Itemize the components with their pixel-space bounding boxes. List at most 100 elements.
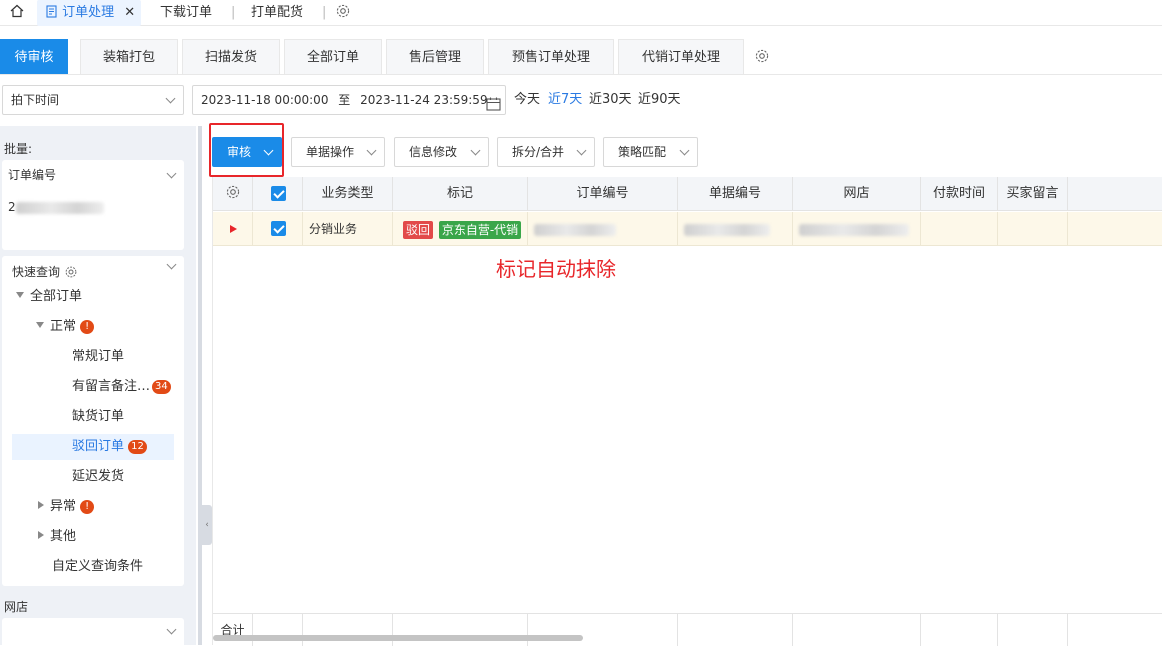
- tab-all-orders[interactable]: 全部订单: [284, 39, 382, 74]
- tree-item-other[interactable]: 其他: [38, 524, 76, 550]
- footer-cell: [253, 614, 303, 646]
- shop-select[interactable]: [2, 618, 184, 648]
- top-tab-bar: 订单处理 ✕ 下载订单 | 打单配货 |: [0, 0, 1162, 26]
- chevron-down-icon: [470, 145, 481, 156]
- splitter-bar[interactable]: [198, 126, 202, 645]
- tab-presale[interactable]: 预售订单处理: [488, 39, 614, 74]
- collapse-panel-button[interactable]: ‹: [202, 505, 212, 545]
- current-row-arrow-icon: [230, 225, 237, 233]
- select-all-checkbox[interactable]: [271, 186, 286, 201]
- column-header-doc-no[interactable]: 单据编号: [678, 177, 793, 211]
- document-ops-label: 单据操作: [306, 145, 355, 159]
- gear-icon[interactable]: [64, 265, 78, 279]
- close-icon[interactable]: ✕: [124, 5, 135, 20]
- tree-item-regular[interactable]: 常规订单: [72, 344, 124, 370]
- alert-badge: !: [80, 500, 95, 514]
- collapse-icon: [38, 531, 44, 539]
- quick-7-days[interactable]: 近7天: [548, 85, 582, 115]
- top-tab-order-processing[interactable]: 订单处理 ✕: [37, 0, 141, 26]
- date-range-picker[interactable]: 2023-11-18 00:00:00 至 2023-11-24 23:59:5…: [192, 85, 506, 115]
- tree-item-rejected[interactable]: 驳回订单 12: [12, 434, 174, 460]
- column-header-business-type[interactable]: 业务类型: [303, 177, 393, 211]
- tag-rejected: 驳回: [403, 220, 434, 239]
- quick-90-days[interactable]: 近90天: [638, 85, 681, 115]
- time-type-value: 拍下时间: [11, 93, 60, 107]
- tab-consignment[interactable]: 代销订单处理: [618, 39, 744, 74]
- column-header-pay-time[interactable]: 付款时间: [921, 177, 998, 211]
- tag-jd-self-consign: 京东自营-代销: [438, 220, 522, 239]
- tree-item-normal[interactable]: 正常 !: [36, 314, 95, 340]
- strategy-match-button[interactable]: 策略匹配: [603, 137, 698, 167]
- chevron-down-icon[interactable]: [166, 259, 177, 270]
- home-icon[interactable]: [10, 0, 24, 26]
- footer-total-label: 合计: [213, 614, 253, 646]
- top-tab-download-orders[interactable]: 下载订单: [160, 0, 212, 26]
- chevron-down-icon: [166, 624, 177, 635]
- chevron-down-icon: [679, 145, 690, 156]
- tab-scan-ship[interactable]: 扫描发货: [182, 39, 280, 74]
- split-merge-button[interactable]: 拆分/合并: [497, 137, 595, 167]
- footer-cell: [528, 614, 678, 646]
- column-header-shop[interactable]: 网店: [793, 177, 921, 211]
- batch-label: 批量:: [4, 142, 33, 156]
- expand-icon: [36, 322, 44, 328]
- date-filter-bar: 拍下时间 2023-11-18 00:00:00 至 2023-11-24 23…: [0, 85, 1162, 115]
- gear-icon[interactable]: [335, 0, 351, 26]
- tree-label: 有留言备注…: [72, 379, 151, 394]
- tree-item-delayed[interactable]: 延迟发货: [72, 464, 124, 490]
- tab-pending-review[interactable]: 待审核: [0, 39, 68, 74]
- tree-item-abnormal[interactable]: 异常 !: [38, 494, 95, 520]
- cell-pay-time: [921, 212, 998, 246]
- tree-item-out-of-stock[interactable]: 缺货订单: [72, 404, 124, 430]
- footer-cell: [393, 614, 528, 646]
- annotation-text: 标记自动抹除: [496, 257, 616, 281]
- time-type-select[interactable]: 拍下时间: [2, 85, 184, 115]
- tree-item-all-orders[interactable]: 全部订单: [16, 284, 82, 310]
- tab-after-sales[interactable]: 售后管理: [386, 39, 484, 74]
- highlight-box: [209, 123, 284, 177]
- top-separator: |: [322, 5, 327, 20]
- action-toolbar: 审核 单据操作 信息修改 拆分/合并 策略匹配: [212, 126, 1162, 176]
- chevron-down-icon: [166, 168, 177, 179]
- footer-cell: [998, 614, 1068, 646]
- tree-label: 其他: [50, 529, 77, 544]
- column-header-buyer-message[interactable]: 买家留言: [998, 177, 1068, 211]
- count-badge: 12: [128, 440, 147, 454]
- top-separator: |: [231, 5, 236, 20]
- cell-doc-no: [678, 212, 793, 246]
- cell-tags: 驳回 京东自营-代销: [393, 212, 528, 246]
- date-to: 至: [338, 93, 351, 107]
- chevron-down-icon: [165, 93, 176, 104]
- tree-item-custom-query[interactable]: 自定义查询条件: [52, 554, 143, 580]
- top-tab-print-pick[interactable]: 打单配货: [251, 0, 303, 26]
- column-header-tags[interactable]: 标记: [393, 177, 528, 211]
- chevron-down-icon: [366, 145, 377, 156]
- order-grid: 业务类型 标记 订单编号 单据编号 网店 付款时间 买家留言 分销业务 驳回 京…: [212, 177, 1162, 646]
- table-row[interactable]: 分销业务 驳回 京东自营-代销: [213, 212, 1162, 246]
- tree-item-with-notes[interactable]: 有留言备注… 34: [72, 374, 171, 400]
- document-icon: [46, 5, 57, 18]
- quick-30-days[interactable]: 近30天: [589, 85, 632, 115]
- column-header-order-no[interactable]: 订单编号: [528, 177, 678, 211]
- quick-query-box: 快速查询 全部订单 正常 ! 常规订单 有留言备注… 34 缺货订单 驳回订单 1…: [2, 256, 184, 586]
- batch-box: 订单编号 2: [2, 160, 184, 250]
- date-start: 2023-11-18 00:00:00: [201, 93, 329, 107]
- alert-badge: !: [80, 320, 95, 334]
- tab-packing[interactable]: 装箱打包: [80, 39, 178, 74]
- redacted-shop: [799, 223, 909, 236]
- tree-label: 驳回订单: [72, 439, 125, 454]
- quick-today[interactable]: 今天: [514, 85, 540, 115]
- horizontal-scrollbar[interactable]: [213, 635, 583, 641]
- column-settings-gear-icon[interactable]: [213, 177, 253, 211]
- calendar-icon: [486, 93, 501, 121]
- info-edit-button[interactable]: 信息修改: [394, 137, 489, 167]
- cell-business-type: 分销业务: [303, 212, 393, 246]
- row-checkbox[interactable]: [271, 221, 286, 236]
- split-merge-label: 拆分/合并: [512, 145, 565, 159]
- info-edit-label: 信息修改: [409, 145, 458, 159]
- batch-input[interactable]: 2: [8, 200, 104, 214]
- document-ops-button[interactable]: 单据操作: [291, 137, 385, 167]
- tabs-gear-icon[interactable]: [754, 48, 770, 68]
- order-no-select[interactable]: 订单编号: [8, 166, 56, 183]
- row-indicator-cell: [213, 212, 253, 246]
